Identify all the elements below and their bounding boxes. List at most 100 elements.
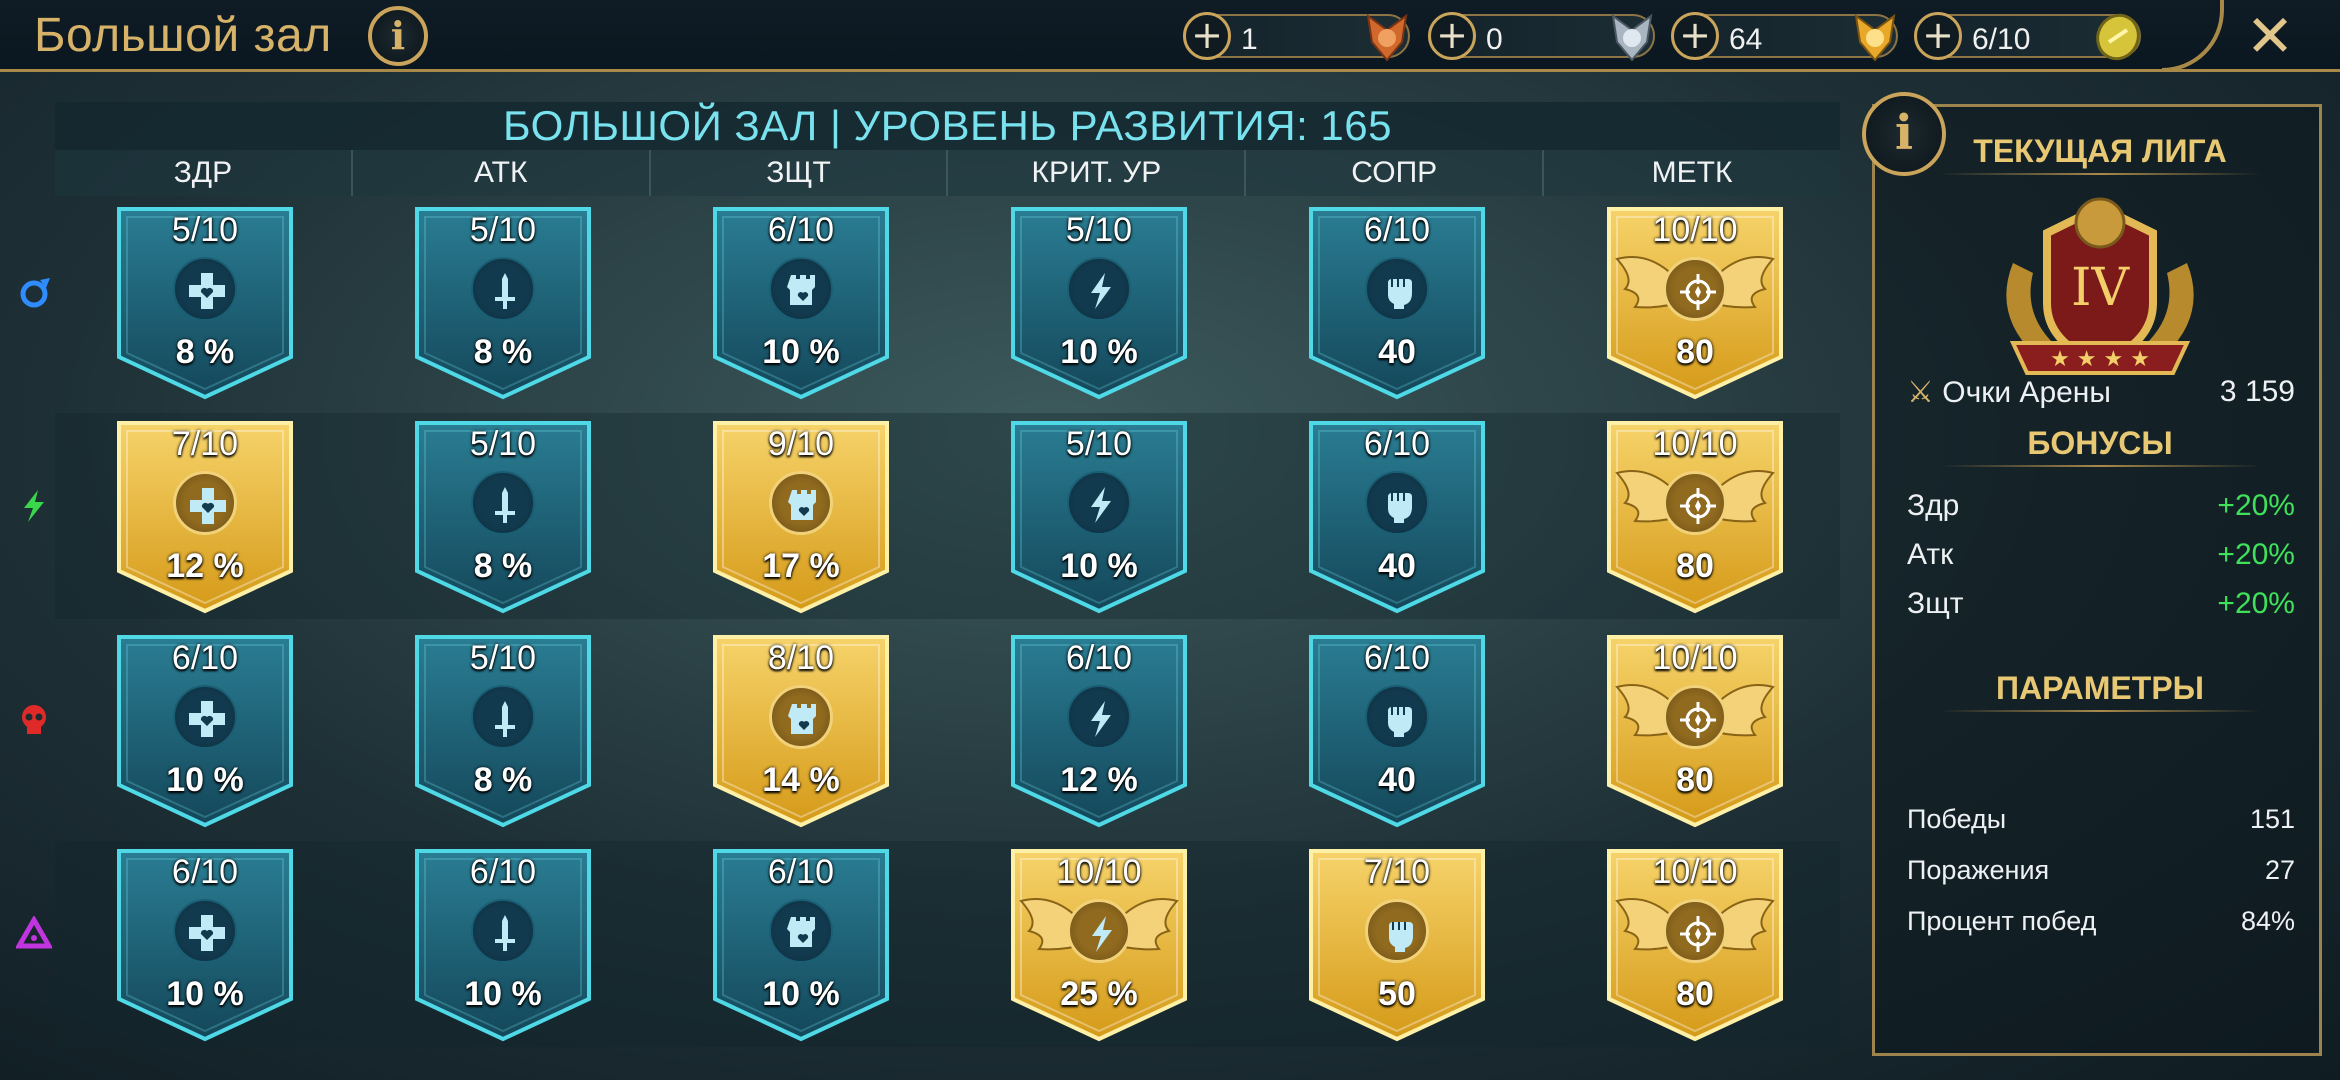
- param-label: Процент побед: [1907, 906, 2097, 936]
- close-button[interactable]: ✕: [2240, 6, 2300, 66]
- fist-icon: [1388, 707, 1412, 737]
- stat-row-band: [55, 199, 1840, 405]
- hall-level-banner: БОЛЬШОЙ ЗАЛ | УРОВЕНЬ РАЗВИТИЯ: 165: [55, 102, 1840, 150]
- upgrade-badge[interactable]: 5/10 8 %: [413, 205, 593, 400]
- sword-icon: [495, 487, 515, 523]
- resource-value: 0: [1486, 23, 1503, 56]
- badge-value: 10 %: [166, 761, 244, 799]
- upgrade-badge[interactable]: 5/10 8 %: [413, 419, 593, 614]
- upgrade-badge[interactable]: 6/10 10 %: [711, 205, 891, 400]
- badge-medal: [1365, 899, 1429, 963]
- upgrade-badge[interactable]: 6/10 10 %: [115, 847, 295, 1042]
- badge-value: 8 %: [473, 547, 533, 585]
- badge-medal: [173, 685, 237, 749]
- badge-medal: [769, 685, 833, 749]
- badge-level: 9/10: [767, 425, 835, 463]
- lightning-icon: [1091, 273, 1111, 309]
- param-label: Поражения: [1907, 855, 2050, 885]
- bonus-value: +20%: [2217, 489, 2295, 522]
- column-header-res: СОПР: [1246, 150, 1545, 196]
- column-headers: ЗДР АТК ЗЩТ КРИТ. УР СОПР МЕТК: [55, 150, 1840, 196]
- badge-level: 10/10: [1652, 639, 1738, 677]
- badge-level: 5/10: [1065, 425, 1133, 463]
- badge-level: 8/10: [767, 639, 835, 677]
- badge-value: 10 %: [1060, 547, 1138, 585]
- upgrade-badge[interactable]: 10/10 25 %: [1009, 847, 1189, 1042]
- badge-medal: [769, 899, 833, 963]
- upgrade-badge[interactable]: 6/10 10 %: [413, 847, 593, 1042]
- badge-value: 80: [1676, 333, 1714, 371]
- league-emblem-icon: IV ★ ★ ★ ★: [2006, 197, 2194, 375]
- badge-medal: [1365, 257, 1429, 321]
- divider: [1940, 465, 2260, 467]
- crosshair-icon: [1680, 274, 1716, 310]
- badge-value: 10 %: [1060, 333, 1138, 371]
- add-gold-medals-button[interactable]: +: [1671, 12, 1719, 60]
- league-panel: ТЕКУЩАЯ ЛИГА IV ★ ★ ★ ★ ⚔ Очки Арены 3 1…: [1872, 104, 2322, 1056]
- arena-points-value: 3 159: [2219, 375, 2295, 408]
- param-row-wins: Победы 151: [1907, 804, 2295, 835]
- magic-affinity-icon: [20, 278, 50, 308]
- heart-cross-icon: [190, 488, 226, 524]
- crosshair-icon: [1680, 702, 1716, 738]
- resource-bronze-medals: + 1: [1183, 12, 1410, 62]
- upgrade-badge[interactable]: 7/10 12 %: [115, 419, 295, 614]
- crossed-swords-icon: ⚔: [1907, 375, 1934, 410]
- badge-medal: [471, 899, 535, 963]
- upgrade-badge[interactable]: 10/10 80: [1605, 205, 1785, 400]
- info-icon: i: [1894, 105, 1914, 161]
- badge-medal: [1067, 257, 1131, 321]
- crosshair-icon: [1680, 488, 1716, 524]
- add-bronze-medals-button[interactable]: +: [1183, 12, 1231, 60]
- lightning-icon: [1092, 916, 1112, 952]
- top-bar: Большой зал i + 1 + 0 + 64 + 6/10 ✕: [0, 0, 2340, 72]
- badge-medal: [1067, 685, 1131, 749]
- upgrade-badge[interactable]: 6/10 40: [1307, 633, 1487, 828]
- badge-medal: [769, 257, 833, 321]
- badge-value: 50: [1378, 975, 1416, 1013]
- void-affinity-icon: [16, 916, 52, 949]
- upgrade-badge[interactable]: 5/10 10 %: [1009, 205, 1189, 400]
- badge-level: 5/10: [1065, 211, 1133, 249]
- param-value: 27: [2264, 855, 2295, 885]
- badge-medal: [1663, 685, 1727, 749]
- upgrade-badge[interactable]: 6/10 40: [1307, 205, 1487, 400]
- badge-value: 12 %: [166, 547, 244, 585]
- upgrade-badge[interactable]: 5/10 8 %: [413, 633, 593, 828]
- info-button[interactable]: i: [368, 6, 428, 66]
- upgrade-badge[interactable]: 6/10 40: [1307, 419, 1487, 614]
- stat-row-band: [55, 627, 1840, 833]
- upgrade-badge[interactable]: 7/10 50: [1307, 847, 1487, 1042]
- add-arena-tokens-button[interactable]: +: [1914, 12, 1962, 60]
- badge-level: 5/10: [469, 639, 537, 677]
- tower-shield-icon: [788, 490, 816, 520]
- corner-ornament: [2162, 0, 2224, 72]
- param-row-losses: Поражения 27: [1907, 855, 2295, 886]
- league-rank: IV: [2071, 258, 2131, 318]
- upgrade-badge[interactable]: 8/10 14 %: [711, 633, 891, 828]
- league-info-button[interactable]: i: [1862, 92, 1946, 176]
- upgrade-badge[interactable]: 6/10 10 %: [115, 633, 295, 828]
- upgrade-badge[interactable]: 5/10 10 %: [1009, 419, 1189, 614]
- upgrade-badge[interactable]: 10/10 80: [1605, 633, 1785, 828]
- tower-shield-icon: [787, 917, 815, 947]
- sword-icon: [495, 701, 515, 737]
- badge-medal: [471, 685, 535, 749]
- lightning-icon: [1091, 701, 1111, 737]
- upgrade-badge[interactable]: 10/10 80: [1605, 419, 1785, 614]
- column-header-atk: АТК: [353, 150, 651, 196]
- upgrade-badge[interactable]: 6/10 12 %: [1009, 633, 1189, 828]
- upgrade-badge[interactable]: 6/10 10 %: [711, 847, 891, 1042]
- upgrade-badge[interactable]: 5/10 8 %: [115, 205, 295, 400]
- arena-token-icon: [2096, 13, 2140, 61]
- upgrade-badge[interactable]: 10/10 80: [1605, 847, 1785, 1042]
- badge-value: 10 %: [464, 975, 542, 1013]
- badge-value: 12 %: [1060, 761, 1138, 799]
- bonus-row: Здр +20%: [1907, 489, 2295, 523]
- upgrade-badge[interactable]: 9/10 17 %: [711, 419, 891, 614]
- add-silver-medals-button[interactable]: +: [1428, 12, 1476, 60]
- column-header-def: ЗЩТ: [651, 150, 949, 196]
- tower-shield-icon: [787, 275, 815, 305]
- bonus-row: Зщт +20%: [1907, 587, 2295, 621]
- badge-value: 14 %: [762, 761, 840, 799]
